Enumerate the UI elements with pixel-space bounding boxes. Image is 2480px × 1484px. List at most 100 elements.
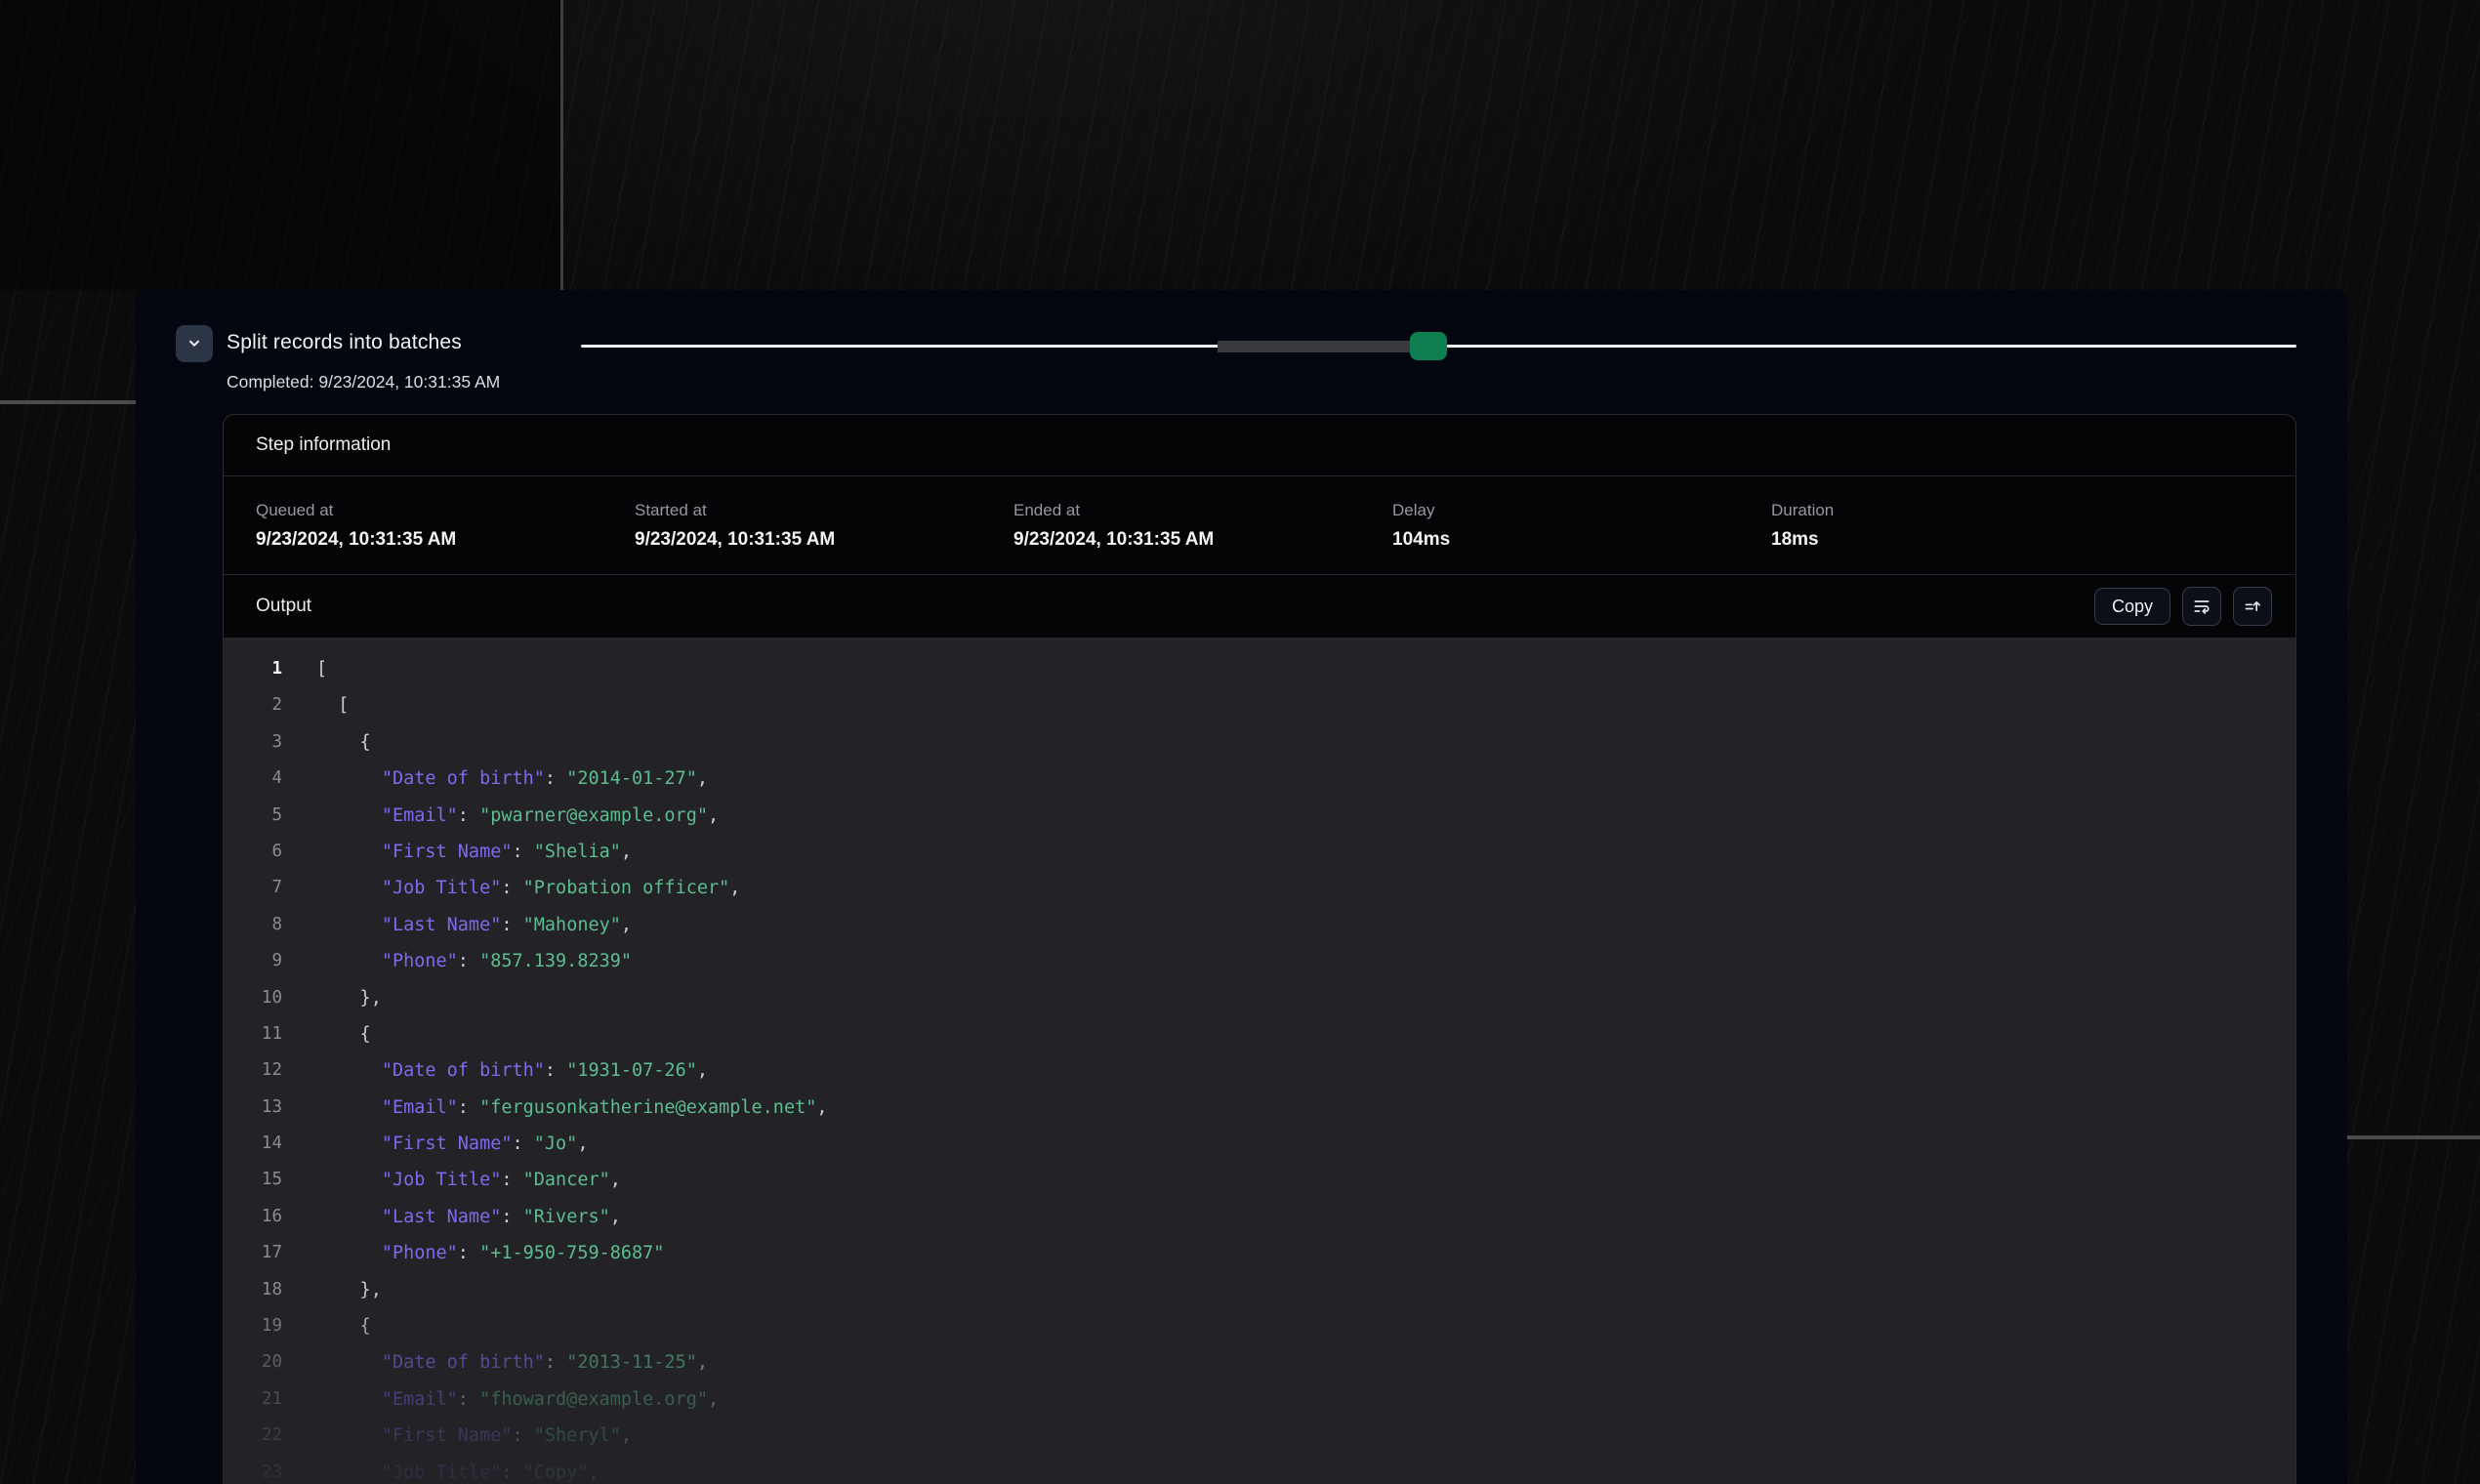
code-line: 18 },: [224, 1272, 2295, 1308]
timeline-duration-segment: [1218, 341, 1423, 352]
wrap-text-icon: [2192, 597, 2211, 616]
background-horizontal-line-right: [2347, 1135, 2480, 1139]
code-line-content: {: [316, 1016, 371, 1052]
scroll-to-top-button[interactable]: [2233, 587, 2272, 626]
code-line: 2 [: [224, 687, 2295, 723]
line-number: 19: [224, 1308, 282, 1344]
line-number: 23: [224, 1455, 282, 1484]
timeline-step-marker[interactable]: [1410, 332, 1447, 360]
step-information-title: Step information: [256, 434, 391, 456]
meta-field-delay: Delay 104ms: [1392, 501, 1771, 551]
line-number: 10: [224, 980, 282, 1016]
code-line-content: "Job Title": "Dancer",: [316, 1162, 621, 1198]
code-line-content: "Job Title": "Probation officer",: [316, 870, 740, 906]
code-line: 20 "Date of birth": "2013-11-25",: [224, 1344, 2295, 1381]
meta-field-queued-at: Queued at 9/23/2024, 10:31:35 AM: [256, 501, 635, 551]
wrap-text-button[interactable]: [2182, 587, 2221, 626]
code-line-content: },: [316, 1272, 382, 1308]
code-line-content: "Date of birth": "1931-07-26",: [316, 1052, 708, 1089]
code-line: 10 },: [224, 980, 2295, 1016]
code-line-content: "Email": "fergusonkatherine@example.net"…: [316, 1090, 828, 1126]
code-line-content: "First Name": "Jo",: [316, 1126, 588, 1162]
step-information-card: Step information Queued at 9/23/2024, 10…: [223, 414, 2296, 1484]
code-line: 16 "Last Name": "Rivers",: [224, 1199, 2295, 1235]
code-line: 17 "Phone": "+1-950-759-8687": [224, 1235, 2295, 1271]
step-title: Split records into batches: [227, 331, 462, 354]
output-code-viewer[interactable]: 1[2 [3 {4 "Date of birth": "2014-01-27",…: [224, 639, 2295, 1484]
code-line: 12 "Date of birth": "1931-07-26",: [224, 1052, 2295, 1089]
code-line-content: "Phone": "857.139.8239": [316, 943, 632, 979]
code-line: 13 "Email": "fergusonkatherine@example.n…: [224, 1090, 2295, 1126]
step-detail-panel: Split records into batches Completed: 9/…: [136, 290, 2347, 1484]
line-number: 16: [224, 1199, 282, 1235]
code-line: 19 {: [224, 1308, 2295, 1344]
code-line-content: "Job Title": "Copy",: [316, 1455, 599, 1484]
line-number: 4: [224, 761, 282, 797]
meta-value: 104ms: [1392, 529, 1771, 551]
meta-label: Started at: [635, 501, 1013, 520]
line-number: 9: [224, 943, 282, 979]
meta-field-started-at: Started at 9/23/2024, 10:31:35 AM: [635, 501, 1013, 551]
code-line: 4 "Date of birth": "2014-01-27",: [224, 761, 2295, 797]
line-number: 14: [224, 1126, 282, 1162]
line-number: 20: [224, 1344, 282, 1381]
scroll-to-top-icon: [2243, 597, 2262, 616]
code-line: 7 "Job Title": "Probation officer",: [224, 870, 2295, 906]
copy-output-button[interactable]: Copy: [2094, 588, 2170, 625]
line-number: 5: [224, 798, 282, 834]
code-line: 21 "Email": "fhoward@example.org",: [224, 1381, 2295, 1418]
line-number: 13: [224, 1090, 282, 1126]
output-header-row: Output Copy: [224, 575, 2295, 639]
code-line-content: {: [316, 724, 371, 761]
code-line-content: "First Name": "Sheryl",: [316, 1418, 632, 1454]
line-number: 3: [224, 724, 282, 761]
code-line: 15 "Job Title": "Dancer",: [224, 1162, 2295, 1198]
code-line-content: },: [316, 980, 382, 1016]
line-number: 11: [224, 1016, 282, 1052]
code-line-content: "Email": "fhoward@example.org",: [316, 1381, 719, 1418]
line-number: 18: [224, 1272, 282, 1308]
meta-field-duration: Duration 18ms: [1771, 501, 2150, 551]
output-title: Output: [256, 596, 311, 617]
chevron-down-icon: [186, 335, 203, 352]
background-vertical-line: [560, 0, 563, 290]
step-timeline[interactable]: [581, 332, 2296, 361]
line-number: 2: [224, 687, 282, 723]
meta-label: Ended at: [1013, 501, 1392, 520]
line-number: 17: [224, 1235, 282, 1271]
code-line-content: "Phone": "+1-950-759-8687": [316, 1235, 664, 1271]
meta-value: 18ms: [1771, 529, 2150, 551]
code-line: 6 "First Name": "Shelia",: [224, 834, 2295, 870]
line-number: 1: [224, 651, 282, 687]
code-line-content: {: [316, 1308, 371, 1344]
background-dark-region: [0, 0, 561, 290]
meta-field-ended-at: Ended at 9/23/2024, 10:31:35 AM: [1013, 501, 1392, 551]
code-line-content: "Last Name": "Mahoney",: [316, 907, 632, 943]
line-number: 22: [224, 1418, 282, 1454]
meta-value: 9/23/2024, 10:31:35 AM: [1013, 529, 1392, 551]
code-line-content: "Email": "pwarner@example.org",: [316, 798, 719, 834]
meta-label: Queued at: [256, 501, 635, 520]
code-line: 9 "Phone": "857.139.8239": [224, 943, 2295, 979]
meta-value: 9/23/2024, 10:31:35 AM: [256, 529, 635, 551]
code-line-content: "First Name": "Shelia",: [316, 834, 632, 870]
code-line: 11 {: [224, 1016, 2295, 1052]
code-line-content: "Date of birth": "2013-11-25",: [316, 1344, 708, 1381]
line-number: 8: [224, 907, 282, 943]
line-number: 21: [224, 1381, 282, 1418]
line-number: 12: [224, 1052, 282, 1089]
line-number: 6: [224, 834, 282, 870]
code-line: 8 "Last Name": "Mahoney",: [224, 907, 2295, 943]
step-meta-row: Queued at 9/23/2024, 10:31:35 AM Started…: [224, 476, 2295, 575]
code-line: 14 "First Name": "Jo",: [224, 1126, 2295, 1162]
step-status-line: Completed: 9/23/2024, 10:31:35 AM: [227, 372, 500, 392]
step-information-header: Step information: [224, 415, 2295, 476]
code-line: 22 "First Name": "Sheryl",: [224, 1418, 2295, 1454]
line-number: 15: [224, 1162, 282, 1198]
code-line: 1[: [224, 651, 2295, 687]
code-line: 23 "Job Title": "Copy",: [224, 1455, 2295, 1484]
collapse-step-button[interactable]: [176, 325, 213, 362]
code-lines: 1[2 [3 {4 "Date of birth": "2014-01-27",…: [224, 651, 2295, 1484]
output-actions: Copy: [2094, 587, 2272, 626]
code-line-content: [: [316, 651, 327, 687]
